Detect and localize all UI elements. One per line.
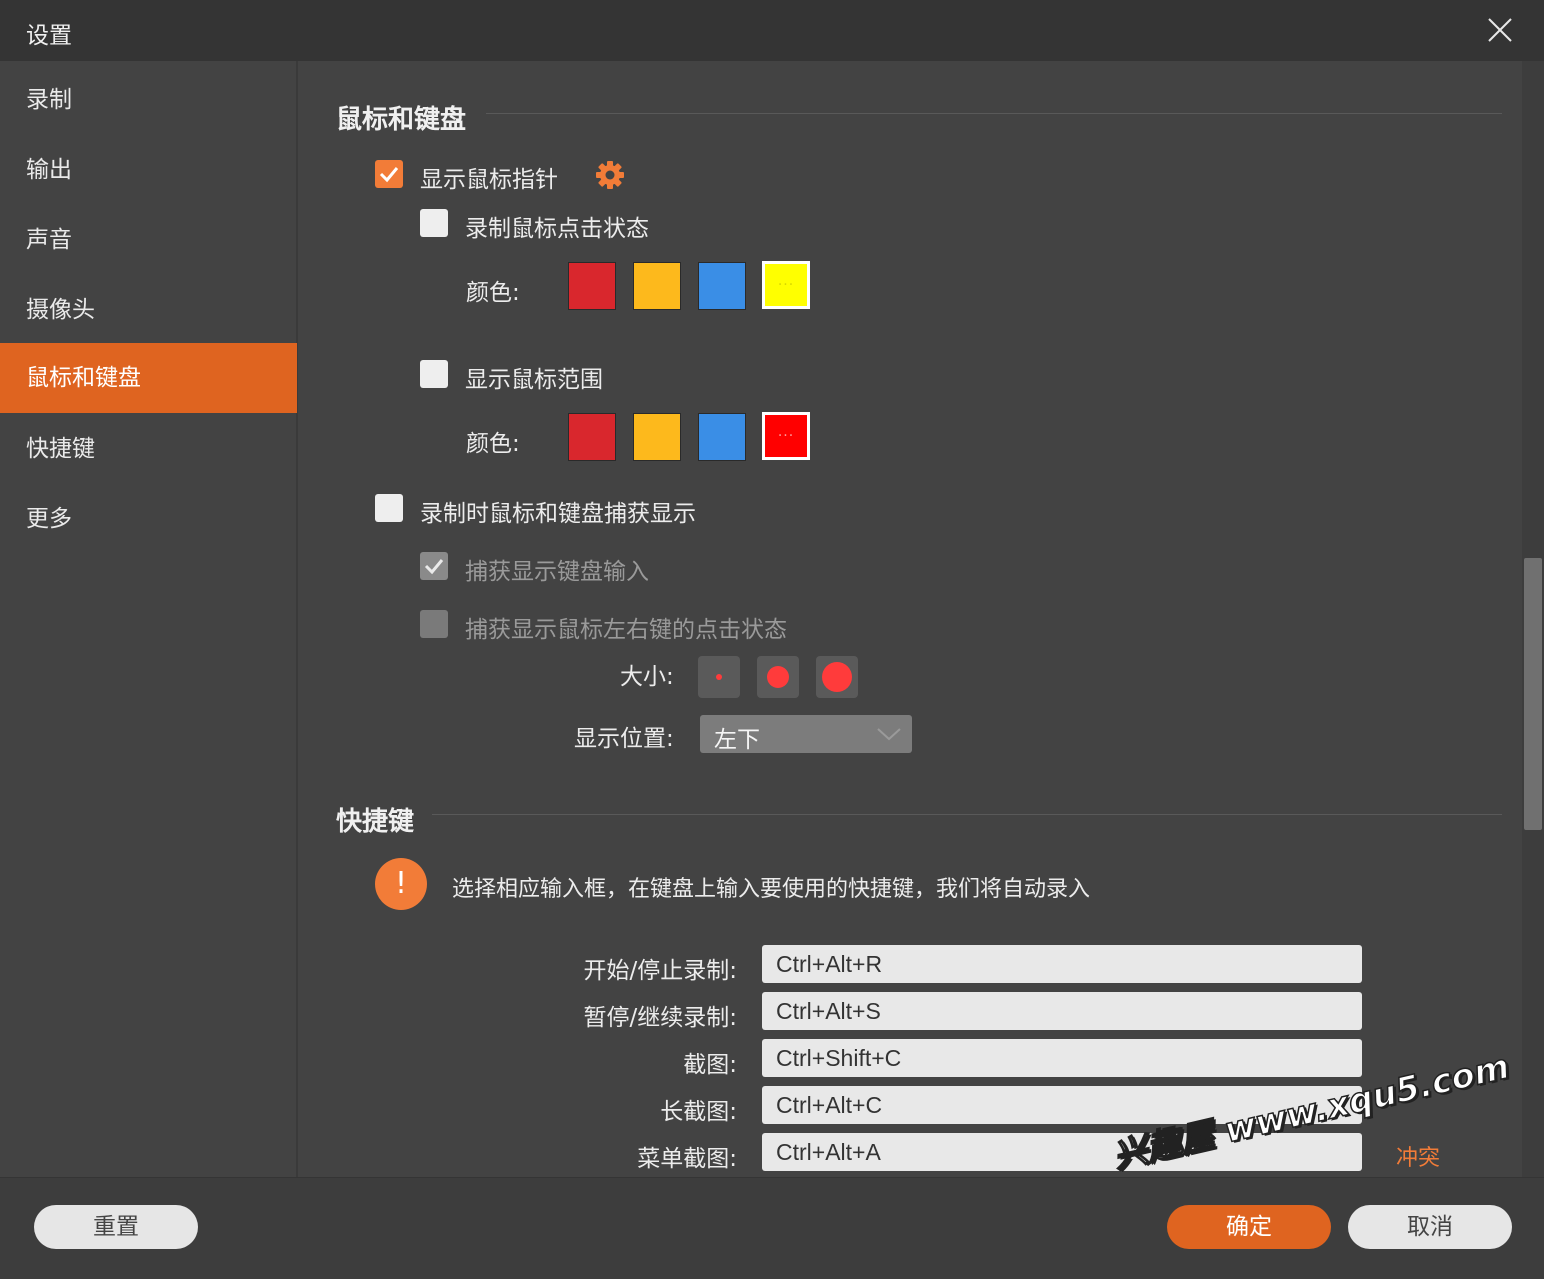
sidebar-item-more[interactable]: 更多 bbox=[0, 484, 297, 554]
dot-icon bbox=[716, 674, 722, 680]
more-icon: ··· bbox=[777, 428, 795, 444]
title-bar: 设置 bbox=[0, 0, 1544, 61]
capture-mouse-buttons-label: 捕获显示鼠标左右键的点击状态 bbox=[465, 617, 787, 643]
position-select[interactable]: 左下 bbox=[700, 715, 912, 753]
click-color-custom[interactable]: ··· bbox=[762, 261, 810, 309]
section-title-hotkeys: 快捷键 bbox=[336, 807, 415, 837]
capture-keyboard-checkbox[interactable] bbox=[420, 552, 448, 580]
checkmark-icon bbox=[424, 559, 444, 575]
sidebar-item-audio[interactable]: 声音 bbox=[0, 205, 297, 275]
range-color-custom[interactable]: ··· bbox=[762, 412, 810, 460]
sidebar-item-output[interactable]: 输出 bbox=[0, 135, 297, 205]
settings-content: 鼠标和键盘 显示鼠标指针 录制鼠标点击状态 颜色: ··· 显示鼠标范围 颜色:… bbox=[300, 61, 1522, 1177]
section-title-mouse-keyboard: 鼠标和键盘 bbox=[336, 105, 467, 135]
gear-icon[interactable] bbox=[594, 159, 626, 191]
cancel-button[interactable]: 取消 bbox=[1348, 1205, 1512, 1249]
capture-display-checkbox[interactable] bbox=[375, 494, 403, 522]
click-color-label: 颜色: bbox=[466, 280, 520, 306]
reset-button[interactable]: 重置 bbox=[34, 1205, 198, 1249]
range-color-label: 颜色: bbox=[466, 431, 520, 457]
record-click-checkbox[interactable] bbox=[420, 209, 448, 237]
sidebar-item-mouse-keyboard[interactable]: 鼠标和键盘 bbox=[0, 343, 297, 413]
click-color-red[interactable] bbox=[568, 262, 616, 310]
section-divider bbox=[486, 113, 1502, 114]
show-range-checkbox[interactable] bbox=[420, 360, 448, 388]
more-icon: ··· bbox=[777, 277, 795, 293]
click-color-blue[interactable] bbox=[698, 262, 746, 310]
close-icon[interactable] bbox=[1486, 16, 1514, 44]
show-pointer-checkbox[interactable] bbox=[375, 160, 403, 188]
hotkey-input-pause-resume[interactable]: Ctrl+Alt+S bbox=[762, 992, 1362, 1030]
click-color-yellow-orange[interactable] bbox=[633, 262, 681, 310]
scrollbar-thumb[interactable] bbox=[1524, 558, 1542, 830]
conflict-warning: 冲突 bbox=[1396, 1146, 1441, 1171]
sidebar: 录制 输出 声音 摄像头 鼠标和键盘 快捷键 更多 bbox=[0, 61, 298, 1177]
size-large-button[interactable] bbox=[816, 656, 858, 698]
capture-keyboard-label: 捕获显示键盘输入 bbox=[465, 559, 649, 585]
hotkey-label-menu-screenshot: 菜单截图: bbox=[637, 1146, 737, 1172]
footer: 重置 确定 取消 bbox=[0, 1177, 1544, 1279]
show-pointer-label: 显示鼠标指针 bbox=[420, 167, 558, 193]
size-small-button[interactable] bbox=[698, 656, 740, 698]
sidebar-item-hotkeys[interactable]: 快捷键 bbox=[0, 414, 297, 484]
ok-button[interactable]: 确定 bbox=[1167, 1205, 1331, 1249]
hotkey-input-screenshot[interactable]: Ctrl+Shift+C bbox=[762, 1039, 1362, 1077]
hotkey-input-start-stop[interactable]: Ctrl+Alt+R bbox=[762, 945, 1362, 983]
record-click-label: 录制鼠标点击状态 bbox=[465, 216, 649, 242]
hotkey-label-start-stop: 开始/停止录制: bbox=[583, 958, 738, 984]
range-color-red[interactable] bbox=[568, 413, 616, 461]
range-color-yellow-orange[interactable] bbox=[633, 413, 681, 461]
capture-display-label: 录制时鼠标和键盘捕获显示 bbox=[420, 501, 696, 527]
dot-icon bbox=[822, 662, 852, 692]
hotkey-label-pause-resume: 暂停/继续录制: bbox=[583, 1005, 738, 1031]
dot-icon bbox=[767, 666, 789, 688]
show-range-label: 显示鼠标范围 bbox=[465, 367, 603, 393]
range-color-blue[interactable] bbox=[698, 413, 746, 461]
info-icon: ! bbox=[375, 858, 427, 910]
section-divider bbox=[432, 814, 1502, 815]
window-title: 设置 bbox=[26, 23, 72, 49]
checkmark-icon bbox=[379, 167, 399, 183]
hotkey-hint: 选择相应输入框，在键盘上输入要使用的快捷键，我们将自动录入 bbox=[452, 877, 1091, 902]
hotkey-label-screenshot: 截图: bbox=[683, 1052, 737, 1078]
chevron-down-icon bbox=[877, 728, 901, 741]
size-label: 大小: bbox=[620, 664, 674, 690]
hotkey-label-long-screenshot: 长截图: bbox=[660, 1099, 737, 1125]
size-medium-button[interactable] bbox=[757, 656, 799, 698]
capture-mouse-buttons-checkbox[interactable] bbox=[420, 610, 448, 638]
position-label: 显示位置: bbox=[574, 726, 674, 752]
sidebar-item-camera[interactable]: 摄像头 bbox=[0, 275, 297, 345]
position-select-value: 左下 bbox=[714, 727, 760, 753]
sidebar-item-record[interactable]: 录制 bbox=[0, 65, 297, 135]
